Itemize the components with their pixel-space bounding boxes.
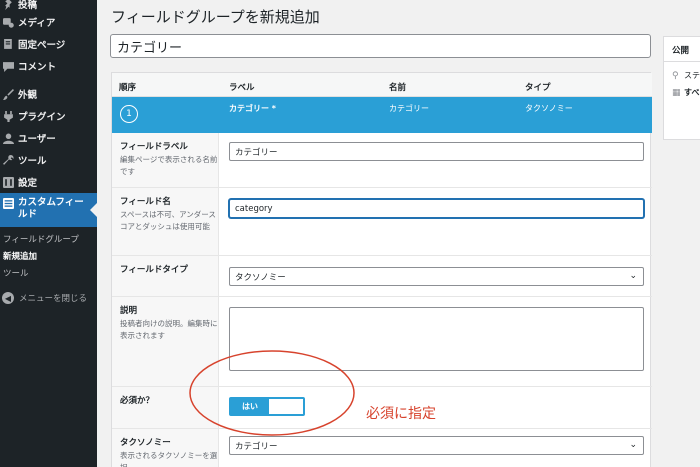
setting-title: フィールド名	[120, 197, 171, 207]
select-value: カテゴリー	[235, 441, 278, 452]
sidebar-item-plugins[interactable]: プラグイン	[0, 105, 97, 127]
admin-sidebar: 投稿 メディア 固定ページ コメント 外観 プラグイン ユーザー ツール 設定 …	[0, 0, 97, 467]
submenu-field-groups[interactable]: フィールドグループ	[0, 231, 97, 247]
collapse-menu-button[interactable]: ◀ メニューを閉じる	[0, 290, 97, 306]
sidebar-item-label: プラグイン	[18, 112, 66, 123]
sidebar-item-label: ユーザー	[18, 134, 56, 145]
media-icon	[2, 16, 14, 28]
fields-column-header: 順序 ラベル 名前 タイプ	[112, 73, 652, 97]
taxonomy-select[interactable]: カテゴリー ⌄	[229, 436, 644, 455]
calendar-icon: ▦	[672, 87, 681, 98]
submenu-tools[interactable]: ツール	[0, 265, 97, 281]
sidebar-item-label: メディア	[18, 18, 56, 29]
submenu-label: 新規追加	[3, 252, 38, 262]
setting-description: 編集ページで表示される名前です	[120, 155, 218, 176]
publish-status-text: ステ	[684, 71, 700, 80]
page-title: フィールドグループを新規追加	[111, 8, 320, 26]
sidebar-item-label: コメント	[18, 62, 57, 73]
sidebar-item-pages[interactable]: 固定ページ	[0, 33, 97, 55]
field-label-input[interactable]	[229, 142, 644, 161]
field-type-cell: タクソノミー	[525, 104, 573, 113]
publish-panel: 公開 ⚲ ステ ▦ すべ	[663, 36, 700, 140]
publish-date-text: すべ	[684, 88, 700, 97]
field-name-input[interactable]	[229, 199, 644, 218]
column-type: タイプ	[525, 83, 551, 93]
setting-title: タクソノミー	[120, 438, 171, 448]
pin-icon: ⚲	[672, 70, 679, 81]
column-label: ラベル	[229, 83, 255, 93]
title-input[interactable]	[110, 34, 651, 58]
sidebar-item-settings[interactable]: 設定	[0, 171, 97, 193]
user-icon	[2, 132, 14, 144]
sidebar-item-comments[interactable]: コメント	[0, 55, 97, 77]
setting-description: スペースは不可、アンダースコアとダッシュは使用可能	[120, 210, 216, 231]
submenu-label: フィールドグループ	[3, 235, 79, 245]
submenu-label: ツール	[3, 269, 29, 279]
submenu-add-new[interactable]: 新規追加	[0, 248, 97, 264]
pin-icon	[2, 0, 14, 10]
setting-field-label: フィールドラベル 編集ページで表示される名前です	[112, 133, 652, 188]
comment-icon	[2, 60, 14, 72]
setting-description: 投稿者向けの説明。編集時に表示されます	[120, 319, 218, 340]
chevron-down-icon: ⌄	[629, 271, 637, 281]
divider	[664, 61, 700, 62]
setting-title: フィールドタイプ	[120, 265, 188, 275]
setting-field-name: フィールド名 スペースは不可、アンダースコアとダッシュは使用可能	[112, 188, 652, 256]
wrench-icon	[2, 154, 14, 166]
chevron-down-icon: ⌄	[629, 440, 637, 450]
active-indicator	[90, 203, 97, 217]
sidebar-item-label: 投稿	[18, 0, 38, 11]
field-order-badge[interactable]: 1	[120, 105, 138, 123]
sidebar-item-media[interactable]: メディア	[0, 11, 97, 33]
plugin-icon	[2, 110, 14, 122]
column-order: 順序	[119, 83, 137, 93]
page-icon	[2, 38, 14, 50]
field-row[interactable]: 1 カテゴリー * カテゴリー タクソノミー	[112, 97, 652, 133]
publish-status-line: ⚲ ステ	[672, 70, 700, 81]
setting-label-cell: フィールドラベル 編集ページで表示される名前です	[112, 133, 219, 187]
column-name: 名前	[389, 83, 407, 93]
sidebar-item-appearance[interactable]: 外観	[0, 83, 97, 105]
setting-title: フィールドラベル	[120, 142, 188, 152]
sidebar-item-label: カスタムフィールド	[18, 197, 84, 220]
field-label-cell[interactable]: カテゴリー *	[229, 103, 276, 114]
sidebar-item-label: 外観	[18, 90, 38, 101]
sidebar-item-tools[interactable]: ツール	[0, 149, 97, 171]
collapse-label: メニューを閉じる	[19, 294, 88, 304]
setting-field-type: フィールドタイプ タクソノミー ⌄	[112, 256, 652, 297]
sidebar-item-label: 固定ページ	[18, 40, 66, 51]
sidebar-item-users[interactable]: ユーザー	[0, 127, 97, 149]
brush-icon	[2, 88, 14, 100]
publish-date-line: ▦ すべ	[672, 87, 699, 98]
annotation-label: 必須に指定	[366, 406, 436, 422]
setting-description: 表示されるタクソノミーを選択	[120, 451, 218, 467]
annotation-circle	[189, 350, 355, 436]
setting-title: 説明	[120, 306, 138, 316]
select-value: タクソノミー	[235, 272, 286, 283]
setting-label-cell: フィールドタイプ	[112, 256, 219, 296]
settings-icon	[2, 176, 14, 188]
publish-title: 公開	[672, 46, 690, 56]
collapse-arrow-icon: ◀	[2, 292, 14, 304]
sidebar-item-label: 設定	[18, 178, 38, 189]
sidebar-item-label: ツール	[18, 156, 47, 167]
setting-label-cell: フィールド名 スペースは不可、アンダースコアとダッシュは使用可能	[112, 188, 219, 255]
field-type-select[interactable]: タクソノミー ⌄	[229, 267, 644, 286]
sidebar-item-custom-fields[interactable]: カスタムフィールド	[0, 193, 97, 227]
acf-icon	[2, 197, 14, 209]
field-name-cell: カテゴリー	[389, 104, 429, 113]
